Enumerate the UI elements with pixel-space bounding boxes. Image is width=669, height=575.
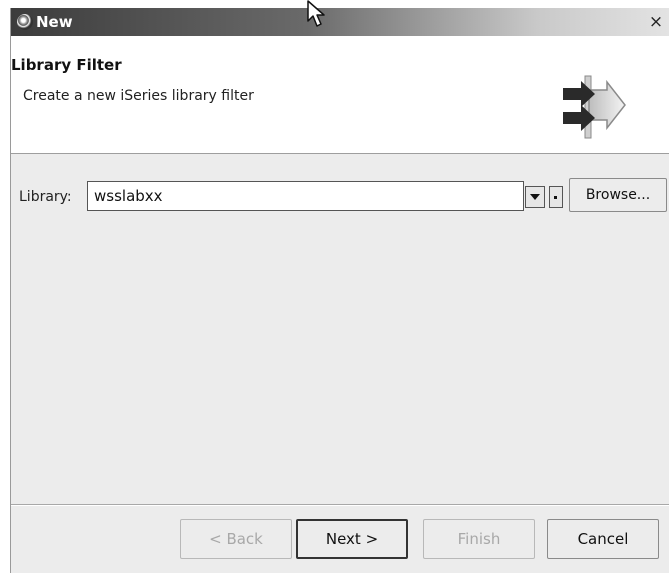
wizard-content: Library: wsslabxx Browse... <box>11 154 669 504</box>
title-bar[interactable]: New × <box>11 8 669 36</box>
finish-button[interactable]: Finish <box>423 519 535 559</box>
page-title: Library Filter <box>11 56 122 74</box>
wizard-banner: Library Filter Create a new iSeries libr… <box>11 36 669 154</box>
library-dropdown-button[interactable] <box>525 186 545 208</box>
library-input[interactable]: wsslabxx <box>87 181 524 211</box>
library-history-button[interactable] <box>549 186 563 208</box>
library-label: Library: <box>19 189 72 205</box>
close-button[interactable]: × <box>645 11 667 33</box>
next-button[interactable]: Next > <box>296 519 408 559</box>
browse-button[interactable]: Browse... <box>569 178 667 212</box>
mouse-pointer-icon <box>307 0 325 27</box>
eclipse-app-icon <box>17 14 33 30</box>
new-wizard-dialog: New × Library Filter Create a new iSerie… <box>10 8 669 573</box>
wizard-arrows-icon <box>563 75 626 139</box>
button-bar-separator <box>11 504 669 506</box>
window-title: New <box>36 13 73 31</box>
back-button[interactable]: < Back <box>180 519 292 559</box>
page-description: Create a new iSeries library filter <box>23 88 254 104</box>
cancel-button[interactable]: Cancel <box>547 519 659 559</box>
